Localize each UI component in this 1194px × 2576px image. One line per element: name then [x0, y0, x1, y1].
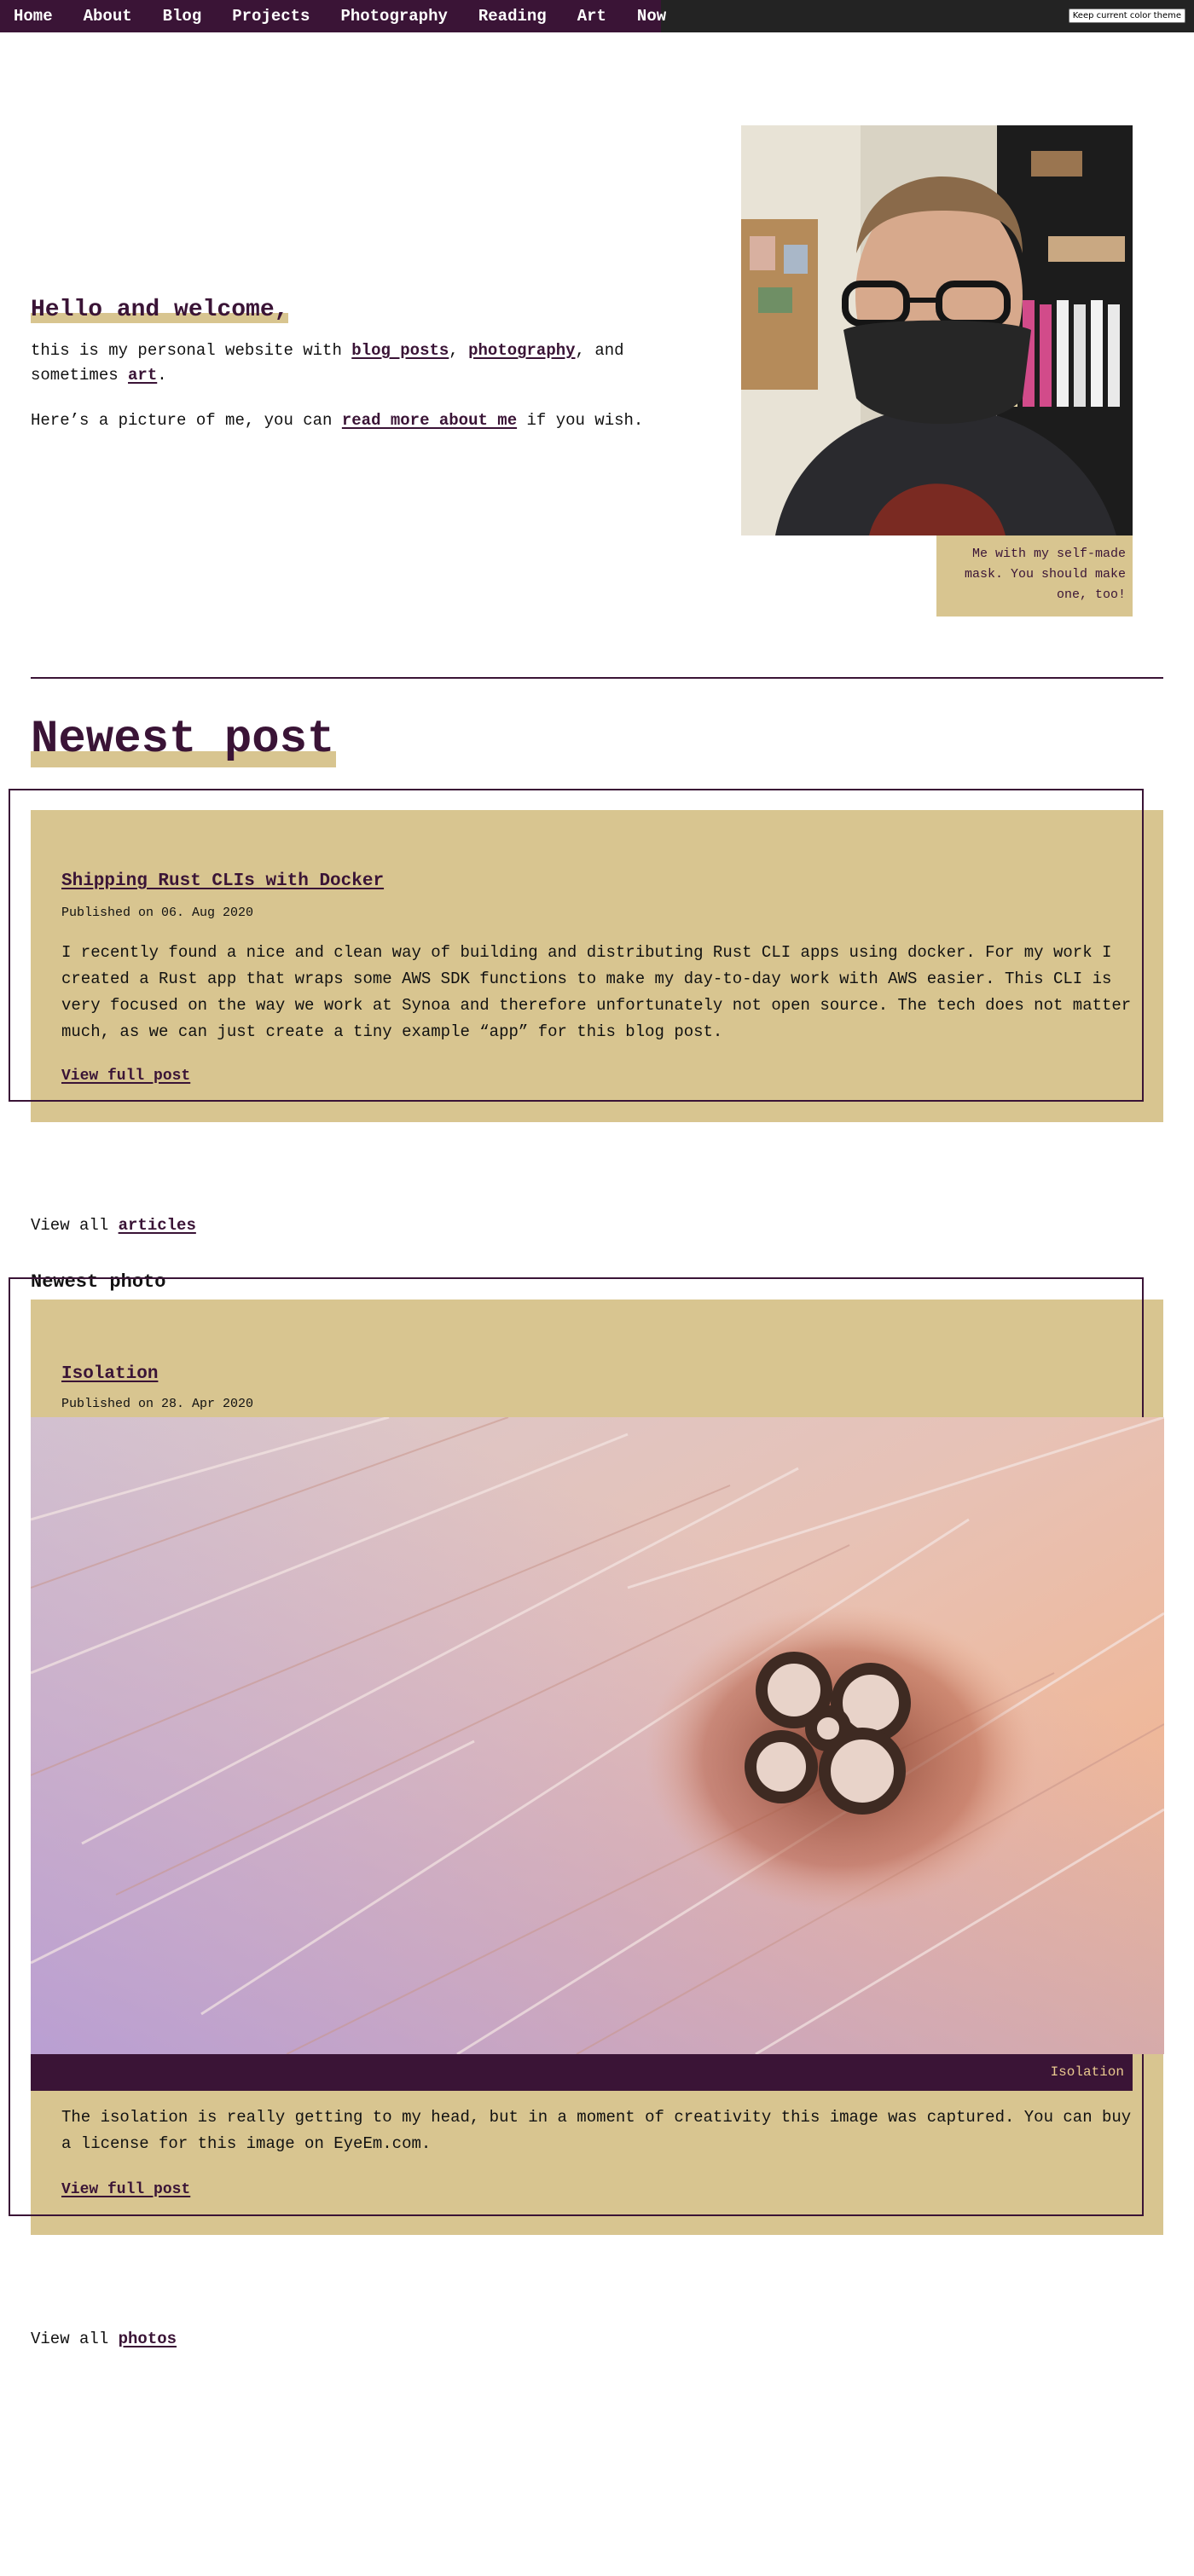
- nav-photography[interactable]: Photography: [340, 7, 447, 26]
- photos-link[interactable]: photos: [119, 2330, 177, 2348]
- picture-text: Here’s a picture of me, you can: [31, 411, 342, 430]
- read-more-about-me-link[interactable]: read more about me: [342, 411, 517, 430]
- intro-paragraph: this is my personal website with blog po…: [31, 339, 696, 388]
- intro-end: .: [157, 366, 167, 385]
- intro-text: this is my personal website with: [31, 341, 352, 360]
- photo-caption-bar: Isolation: [31, 2054, 1133, 2091]
- nav-blog[interactable]: Blog: [163, 7, 202, 26]
- photography-link[interactable]: photography: [468, 341, 575, 360]
- blog-posts-link[interactable]: blog posts: [351, 341, 449, 360]
- section-divider: [31, 677, 1163, 679]
- nav-now[interactable]: Now: [637, 7, 666, 26]
- art-link[interactable]: art: [128, 366, 157, 385]
- articles-link[interactable]: articles: [119, 1216, 196, 1235]
- portrait-illustration: [741, 125, 1133, 535]
- picture-suffix: if you wish.: [517, 411, 644, 430]
- view-all-articles: View all articles: [31, 1216, 196, 1235]
- view-all-photos-text: View all: [31, 2330, 119, 2348]
- nav-art[interactable]: Art: [577, 7, 606, 26]
- isolation-photo[interactable]: [31, 1417, 1164, 2054]
- keep-theme-button[interactable]: Keep current color theme: [1068, 9, 1185, 23]
- intro-sep-1: ,: [449, 341, 469, 360]
- nav-reading[interactable]: Reading: [478, 7, 547, 26]
- main-nav: Home About Blog Projects Photography Rea…: [0, 0, 666, 32]
- nav-projects[interactable]: Projects: [232, 7, 310, 26]
- welcome-section: Hello and welcome, this is my personal w…: [31, 297, 696, 454]
- view-all-articles-text: View all: [31, 1216, 119, 1235]
- top-bar: Home About Blog Projects Photography Rea…: [0, 0, 1194, 32]
- newest-post-heading: Newest post: [31, 713, 337, 767]
- post-focus-outline: [9, 789, 1144, 1102]
- portrait-caption: Me with my self-made mask. You should ma…: [936, 535, 1133, 617]
- view-all-photos: View all photos: [31, 2330, 177, 2348]
- nav-home[interactable]: Home: [14, 7, 53, 26]
- portrait-photo: [741, 125, 1133, 535]
- isolation-image: [31, 1417, 1164, 2054]
- nav-about[interactable]: About: [84, 7, 132, 26]
- welcome-title: Hello and welcome,: [31, 297, 289, 323]
- picture-paragraph: Here’s a picture of me, you can read mor…: [31, 408, 696, 433]
